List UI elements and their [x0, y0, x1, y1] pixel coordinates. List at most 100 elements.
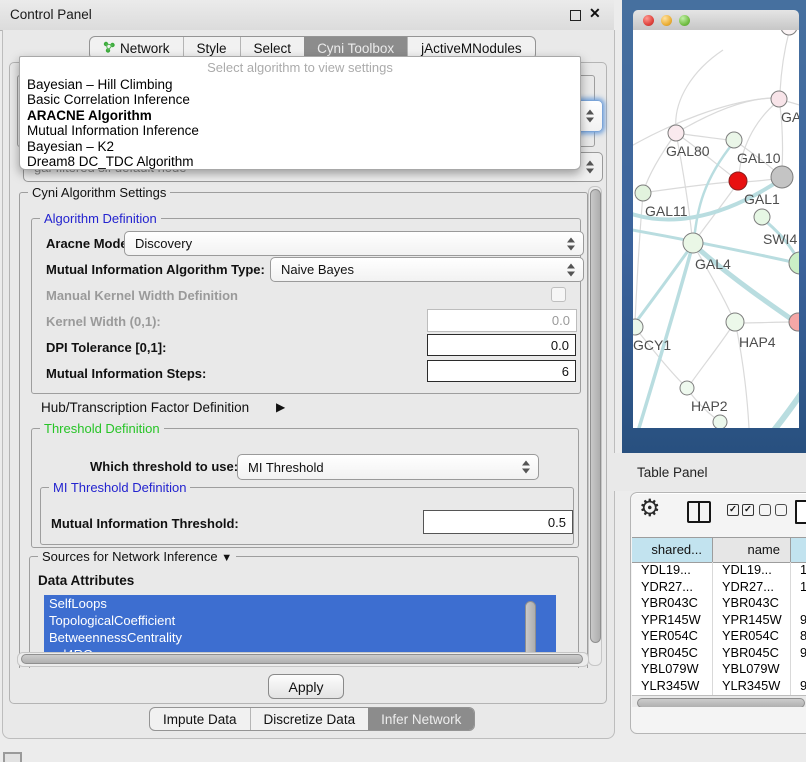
close-traffic-light-icon[interactable]	[643, 15, 654, 26]
network-node-gal11[interactable]	[635, 185, 651, 201]
kernel-width-label: Kernel Width (0,1):	[46, 314, 161, 329]
network-canvas[interactable]: GALGAL80GAL10GAL1GAL11SWI4GAL4GCY1HAP4YH…	[633, 30, 799, 428]
node-label-gcy1: GCY1	[633, 337, 671, 353]
apply-button[interactable]: Apply	[268, 674, 344, 699]
cyni-algorithm-settings-title: Cyni Algorithm Settings	[28, 185, 170, 200]
tab-discretize-data[interactable]: Discretize Data	[250, 708, 369, 730]
settings-hscroll-thumb[interactable]	[21, 654, 583, 664]
node-label-swi4: SWI4	[763, 231, 797, 247]
dropdown-placeholder: Select algorithm to view settings	[20, 60, 580, 75]
apply-button-label: Apply	[288, 679, 323, 695]
dropdown-item-basic-correlation-inference[interactable]: Basic Correlation Inference	[20, 92, 580, 107]
tab-impute-data[interactable]: Impute Data	[150, 708, 250, 730]
table-panel-header: Table Panel	[614, 453, 806, 491]
table-cell: 9.	[791, 612, 806, 629]
new-document-icon[interactable]	[795, 500, 806, 524]
deselect-all-checkboxes-icon[interactable]	[759, 504, 787, 522]
network-node-gal80[interactable]	[668, 125, 684, 141]
network-node-gal10[interactable]	[726, 132, 742, 148]
table-cell: YBL079W	[632, 661, 713, 678]
aracne-mode-value: Discovery	[135, 236, 192, 251]
network-node-gal4[interactable]	[683, 233, 703, 253]
network-node-gcy1[interactable]	[633, 319, 643, 335]
minimize-traffic-light-icon[interactable]	[661, 15, 672, 26]
manual-kernel-width-checkbox[interactable]	[551, 287, 566, 302]
table-panel-title: Table Panel	[637, 465, 708, 480]
dropdown-item-mutual-information-inference[interactable]: Mutual Information Inference	[20, 123, 580, 138]
column-header-shared[interactable]: shared...	[632, 538, 713, 562]
node-label-gal1: GAL1	[744, 191, 780, 207]
table-cell: YBR043C	[632, 595, 713, 612]
table-row[interactable]: YDR27...YDR27...12	[632, 579, 806, 596]
table-row[interactable]: YBR045CYBR045C9.	[632, 645, 806, 662]
dropdown-item-bayesian-hill-climbing[interactable]: Bayesian – Hill Climbing	[20, 77, 580, 92]
attribute-item-betweennesscentrality[interactable]: BetweennessCentrality	[44, 629, 556, 646]
table-header-row: shared...nameA	[632, 537, 806, 563]
kernel-width-value: 0.0	[552, 313, 570, 328]
table-row[interactable]: YBL079WYBL079W	[632, 661, 806, 678]
attribute-item-topologicalcoefficient[interactable]: TopologicalCoefficient	[44, 612, 556, 629]
table-row[interactable]: YPR145WYPR145W9.	[632, 612, 806, 629]
table-cell: 8.	[791, 628, 806, 645]
mi-threshold-label: Mutual Information Threshold:	[51, 516, 239, 531]
column-header-name[interactable]: name	[713, 538, 791, 562]
settings-horizontal-scrollbar[interactable]	[17, 652, 589, 667]
which-threshold-combobox[interactable]: MI Threshold	[237, 454, 539, 480]
which-threshold-value: MI Threshold	[248, 460, 324, 475]
network-node[interactable]	[771, 166, 793, 188]
settings-vscroll-thumb[interactable]	[590, 189, 601, 643]
table-row[interactable]: YER054CYER054C8.	[632, 628, 806, 645]
tab-infer-network[interactable]: Infer Network	[368, 708, 474, 730]
network-node[interactable]	[713, 415, 727, 428]
close-icon[interactable]	[589, 5, 601, 22]
gear-icon[interactable]	[639, 497, 661, 521]
mi-threshold-field[interactable]: 0.5	[423, 510, 573, 534]
table-row[interactable]: YLR345WYLR345W9.	[632, 678, 806, 695]
aracne-mode-combobox[interactable]: Discovery	[124, 231, 584, 256]
table-row[interactable]: YBR043CYBR043C	[632, 595, 806, 612]
list-scrollbar-thumb[interactable]	[525, 601, 536, 659]
network-node-gal[interactable]	[771, 91, 787, 107]
table-horizontal-scrollbar[interactable]	[632, 695, 806, 707]
attribute-item-selfloops[interactable]: SelfLoops	[44, 595, 556, 612]
network-window-titlebar[interactable]	[633, 10, 799, 31]
hub-section-label[interactable]: Hub/Transcription Factor Definition	[41, 400, 249, 415]
zoom-traffic-light-icon[interactable]	[679, 15, 690, 26]
table-hscroll-thumb[interactable]	[637, 698, 805, 707]
network-node-hap2[interactable]	[680, 381, 694, 395]
collapse-arrow-icon[interactable]	[221, 549, 232, 564]
network-node-hap4[interactable]	[726, 313, 744, 331]
column-layout-icon[interactable]	[687, 501, 711, 523]
dropdown-item-bayesian-k2[interactable]: Bayesian – K2	[20, 139, 580, 154]
table-cell	[791, 661, 806, 678]
table-cell: YDL19...	[713, 562, 791, 579]
column-header-a[interactable]: A	[791, 538, 806, 562]
mi-algorithm-type-value: Naive Bayes	[281, 262, 354, 277]
control-panel-titlebar[interactable]: Control Panel	[0, 0, 614, 31]
table-cell: YDR27...	[632, 579, 713, 596]
network-node[interactable]	[781, 30, 797, 35]
stepper-arrows-icon	[567, 237, 576, 250]
node-label-gal80: GAL80	[666, 143, 710, 159]
node-label-hap2: HAP2	[691, 398, 728, 414]
mi-steps-field[interactable]: 6	[427, 360, 576, 382]
sources-title-text: Sources for Network Inference	[42, 549, 218, 564]
select-all-checkboxes-icon[interactable]: ✓✓	[727, 504, 754, 522]
settings-vertical-scrollbar[interactable]	[588, 186, 602, 666]
docked-panel-icon[interactable]	[3, 752, 22, 762]
network-view-window[interactable]: GALGAL80GAL10GAL1GAL11SWI4GAL4GCY1HAP4YH…	[633, 10, 799, 428]
network-edge	[739, 322, 791, 323]
table-row[interactable]: YDL19...YDL19...13	[632, 562, 806, 579]
network-node-swi4[interactable]	[754, 209, 770, 225]
dpi-tolerance-field[interactable]: 0.0	[427, 334, 576, 356]
mi-threshold-definition-title: MI Threshold Definition	[49, 480, 190, 495]
threshold-definition-title: Threshold Definition	[40, 421, 164, 436]
dropdown-item-dream8-dc-tdc-algorithm[interactable]: Dream8 DC_TDC Algorithm	[20, 154, 580, 169]
float-window-icon[interactable]	[570, 10, 581, 21]
dropdown-item-aracne-algorithm[interactable]: ARACNE Algorithm	[20, 108, 580, 123]
network-node-gal1[interactable]	[729, 172, 747, 190]
mi-algorithm-type-combobox[interactable]: Naive Bayes	[270, 257, 584, 282]
kernel-width-field[interactable]: 0.0	[427, 309, 577, 332]
network-node[interactable]	[789, 252, 799, 274]
expand-arrow-icon[interactable]	[276, 398, 285, 416]
